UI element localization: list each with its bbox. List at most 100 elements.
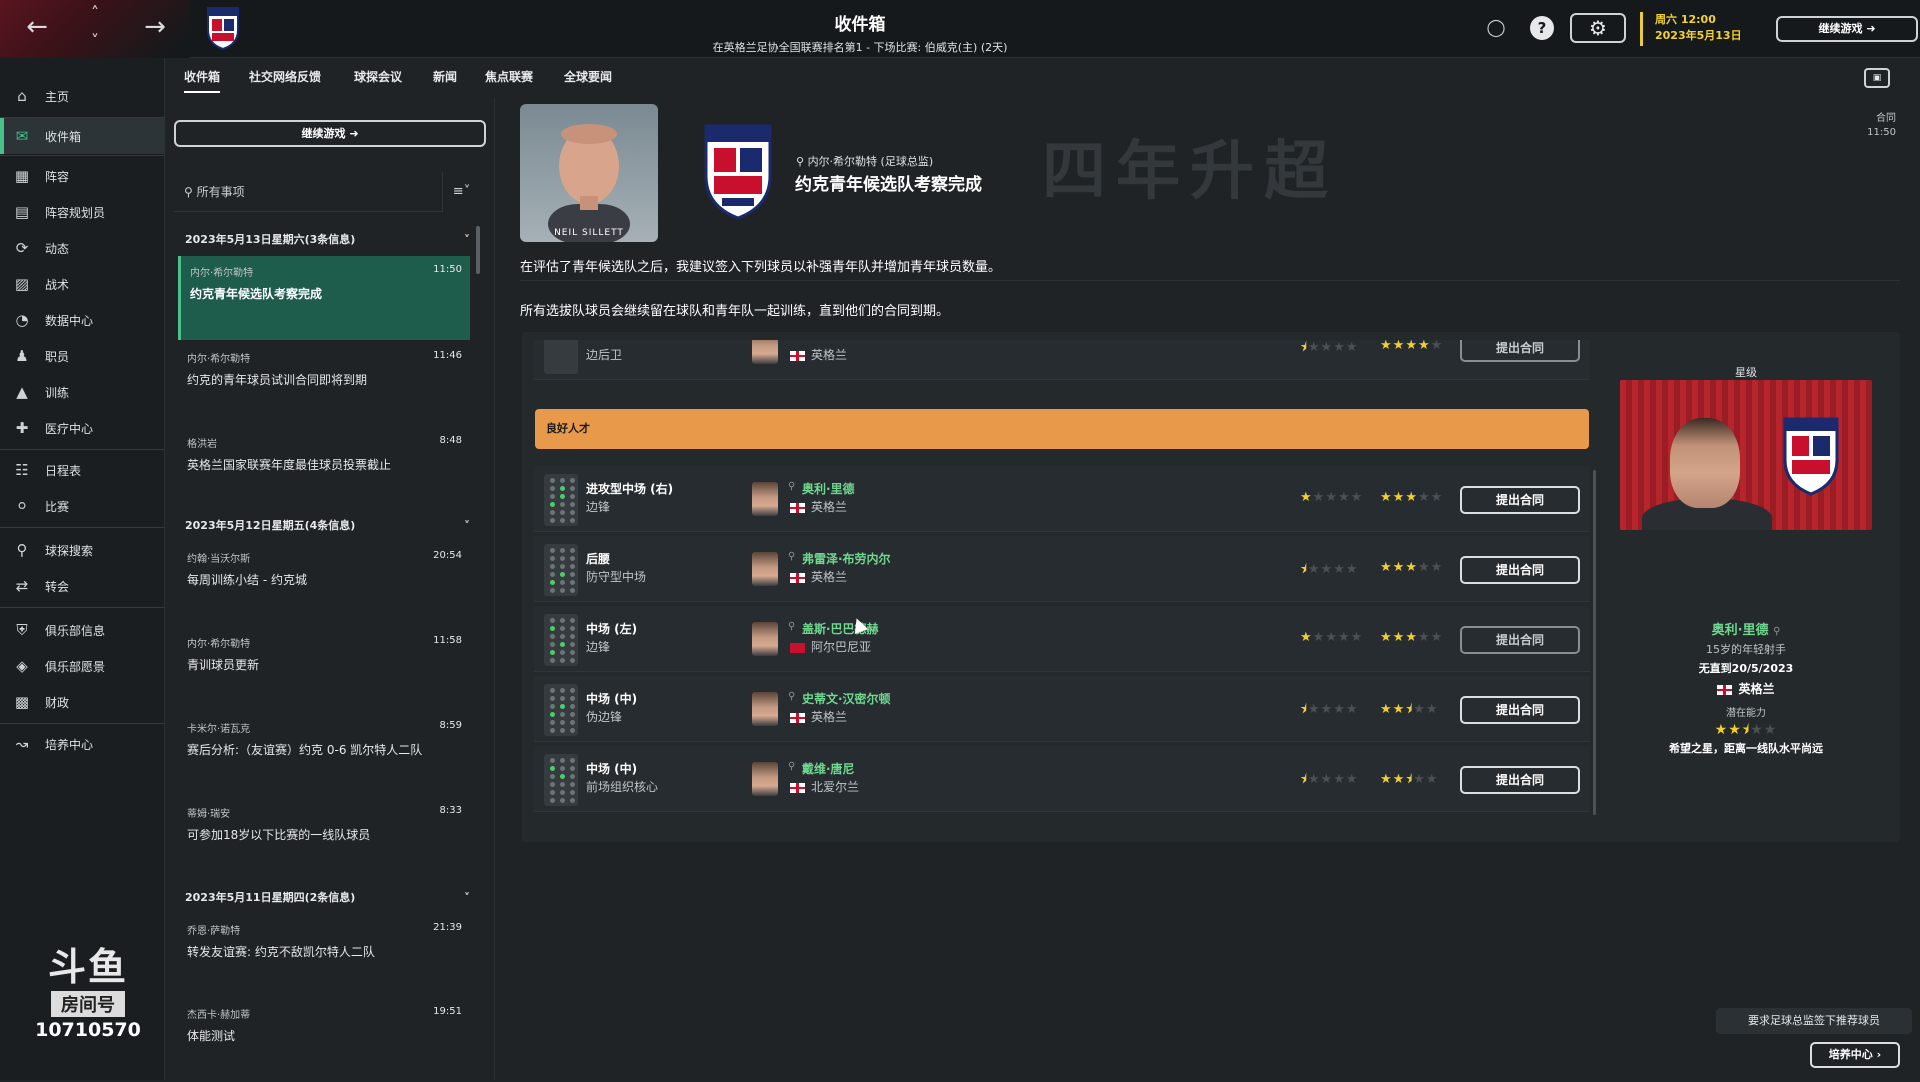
inbox-search-input[interactable]: ⚲ 所有事项	[174, 172, 442, 212]
star-icon: ★	[1750, 722, 1764, 738]
tab-inbox[interactable]: 收件箱	[184, 68, 221, 93]
player-name-link[interactable]: 奥利·里德	[802, 480, 855, 497]
sidebar-item-club-vision[interactable]: ◈ 俱乐部愿景	[0, 648, 165, 684]
sidebar-item-competitions[interactable]: ⚪ 比赛	[0, 488, 165, 524]
message-subject: 英格兰国家联赛年度最佳球员投票截止	[187, 458, 392, 472]
down-chevron-icon[interactable]: ˅	[80, 32, 110, 50]
inbox-message[interactable]: 乔恩·萨勒特 21:39 转发友谊赛: 约克不敌凯尔特人二队	[178, 914, 470, 998]
development-centre-button[interactable]: 培养中心 ›	[1810, 1042, 1900, 1068]
sidebar-item-dynamics[interactable]: ⟳ 动态	[0, 230, 165, 266]
inbox-message[interactable]: 蒂姆·瑞安 8:33 可参加18岁以下比赛的一线队球员	[178, 797, 470, 881]
chevron-down-icon[interactable]: ˅	[464, 228, 470, 252]
offer-contract-button[interactable]: 提出合同	[1460, 486, 1580, 514]
sidebar-item-label: 培养中心	[45, 737, 94, 752]
offer-contract-button[interactable]: 提出合同	[1460, 626, 1580, 654]
pitch-dot	[550, 774, 555, 779]
player-name-link[interactable]: 戴维·唐尼	[802, 760, 855, 777]
offer-contract-button[interactable]: 提出合同	[1460, 766, 1580, 794]
pitch-dot	[560, 766, 565, 771]
inbox-continue-button[interactable]: 继续游戏 ➜	[174, 120, 486, 147]
inbox-message[interactable]: 内尔·希尔勒特 11:46 约克的青年球员试训合同即将到期	[178, 342, 470, 426]
players-scrollbar[interactable]	[1593, 470, 1596, 815]
potential-ability-stars: ★★⯨★★	[1380, 700, 1439, 722]
selected-player-image[interactable]	[1620, 380, 1872, 530]
request-recommended-signing-button[interactable]: 要求足球总监签下推荐球员	[1716, 1008, 1912, 1034]
inbox-scrollbar[interactable]	[476, 226, 480, 274]
filter-menu-button[interactable]: ≡˅	[442, 172, 480, 212]
lock-icon: ⚲	[788, 761, 796, 772]
chevron-right-icon: ›	[1876, 1048, 1882, 1061]
sidebar-item-tactics[interactable]: ▨ 战术	[0, 266, 165, 302]
player-name-link[interactable]: 弗雷泽·布劳内尔	[802, 550, 891, 567]
tab-news[interactable]: 新闻	[433, 68, 457, 85]
star-icon: ★	[1337, 630, 1351, 645]
player-row[interactable]: 中场 (中) 伪边锋 ⚲ 史蒂文·汉密尔顿 英格兰 ⯨★★★★ ★★⯨★★ 提出合同	[534, 676, 1590, 742]
layout-toggle-icon[interactable]: ▣	[1864, 68, 1890, 88]
sidebar-item-staff[interactable]: ♟ 职员	[0, 338, 165, 374]
inbox-message[interactable]: 卡米尔·诺瓦克 8:59 赛后分析:（友谊赛）约克 0-6 凯尔特人二队	[178, 712, 470, 796]
day-group-header[interactable]: 2023年5月12日星期五(4条信息) ˅	[185, 514, 470, 538]
sidebar-item-training[interactable]: ▲ 训练	[0, 374, 165, 410]
flag-icon	[790, 572, 805, 583]
pitch-dot	[550, 518, 555, 523]
tab-world-news[interactable]: 全球要闻	[564, 68, 612, 85]
position-pitch-icon	[544, 340, 578, 374]
settings-button[interactable]: ⚙	[1570, 13, 1626, 43]
day-group-header[interactable]: 2023年5月13日星期六(3条信息) ˅	[185, 228, 470, 252]
inbox-message[interactable]: 内尔·希尔勒特 11:58 青训球员更新	[178, 627, 470, 711]
message-time: 21:39	[433, 922, 462, 933]
scout-verdict: 希望之星，距离一线队水平尚远	[1669, 742, 1823, 755]
sidebar-item-home[interactable]: ⌂ 主页	[0, 78, 165, 114]
sidebar-item-data-hub[interactable]: ◔ 数据中心	[0, 302, 165, 338]
chevron-down-icon[interactable]: ˅	[464, 886, 470, 910]
club-crest-icon[interactable]	[206, 6, 240, 50]
sidebar-item-squad-planner[interactable]: ▤ 阵容规划员	[0, 194, 165, 230]
offer-contract-button[interactable]: 提出合同	[1460, 556, 1580, 584]
pitch-dot	[570, 790, 575, 795]
offer-contract-button[interactable]: 提出合同	[1460, 340, 1580, 362]
sidebar-item-transfers[interactable]: ⇄ 转会	[0, 568, 165, 604]
forward-arrow-icon[interactable]: →	[140, 12, 170, 42]
offer-contract-button[interactable]: 提出合同	[1460, 696, 1580, 724]
sidebar-item-scouting[interactable]: ⚲ 球探搜索	[0, 532, 165, 568]
star-icon: ★	[1337, 490, 1351, 505]
position-pitch-icon	[544, 474, 578, 526]
inbox-message[interactable]: 杰西卡·赫加蒂 19:51 体能测试	[178, 998, 470, 1082]
player-name-link[interactable]: 史蒂文·汉密尔顿	[802, 690, 891, 707]
help-icon[interactable]: ?	[1530, 16, 1554, 40]
back-arrow-icon[interactable]: ←	[22, 12, 52, 42]
inbox-message[interactable]: 约翰·当沃尔斯 20:54 每周训练小结 - 约克城	[178, 542, 470, 626]
sender-portrait[interactable]: NEIL SILLETT	[520, 104, 658, 242]
tab-social-feedback[interactable]: 社交网络反馈	[249, 68, 321, 85]
chevron-down-icon[interactable]: ˅	[464, 514, 470, 538]
inbox-message[interactable]: 内尔·希尔勒特 11:50 约克青年候选队考察完成	[178, 256, 470, 340]
player-row[interactable]: 后腰 防守型中场 ⚲ 弗雷泽·布劳内尔 英格兰 ⯨★★★★ ★★★★★ 提出合同	[534, 536, 1590, 602]
player-position: 进攻型中场 (右)	[586, 482, 674, 496]
tab-focus-league[interactable]: 焦点联赛	[485, 68, 533, 85]
sidebar-item-inbox[interactable]: ✉ 收件箱	[0, 118, 165, 154]
section-header: 良好人才	[535, 409, 1589, 449]
player-role: 防守型中场	[586, 570, 647, 584]
star-icon: ★	[1325, 630, 1338, 645]
up-chevron-icon[interactable]: ˄	[80, 4, 110, 22]
sidebar-item-medical[interactable]: ✚ 医疗中心	[0, 410, 165, 446]
tab-scouting-meeting[interactable]: 球探会议	[354, 68, 402, 85]
sidebar-item-squad[interactable]: ▦ 阵容	[0, 158, 165, 194]
sidebar-item-schedule[interactable]: ☷ 日程表	[0, 452, 165, 488]
player-row[interactable]: 中场 (左) 边锋 ⚲ 盖斯·巴巴德赫 阿尔巴尼亚 ★★★★★ ★★★★★ 提出合同	[534, 606, 1590, 672]
sidebar-item-club-info[interactable]: ⛨ 俱乐部信息	[0, 612, 165, 648]
globe-icon[interactable]: ◯	[1484, 16, 1508, 40]
player-row[interactable]: 边后卫 英格兰 ⯨★★★★ ★★★★★ 提出合同	[534, 340, 1590, 380]
day-group-header[interactable]: 2023年5月11日星期四(2条信息) ˅	[185, 886, 470, 910]
scout-player-name[interactable]: 奥利·里德 ⚲	[1602, 619, 1890, 638]
player-row[interactable]: 中场 (中) 前场组织核心 ⚲ 戴维·唐尼 北爱尔兰 ⯨★★★★ ★★⯨★★ 提出合同	[534, 746, 1590, 812]
sidebar-item-development[interactable]: ↝ 培养中心	[0, 726, 165, 762]
sidebar-item-finances[interactable]: ▩ 财政	[0, 684, 165, 720]
sidebar-item-label: 球探搜索	[45, 543, 94, 558]
pitch-dot	[550, 720, 555, 725]
player-row[interactable]: 进攻型中场 (右) 边锋 ⚲ 奥利·里德 英格兰 ★★★★★ ★★★★★ 提出合同	[534, 466, 1590, 532]
sidebar-item-label: 医疗中心	[45, 421, 94, 436]
inbox-message[interactable]: 格洪岩 8:48 英格兰国家联赛年度最佳球员投票截止	[178, 427, 470, 511]
current-date: 2023年5月13日	[1655, 29, 1742, 42]
continue-game-button[interactable]: 继续游戏 ➜	[1776, 16, 1918, 42]
